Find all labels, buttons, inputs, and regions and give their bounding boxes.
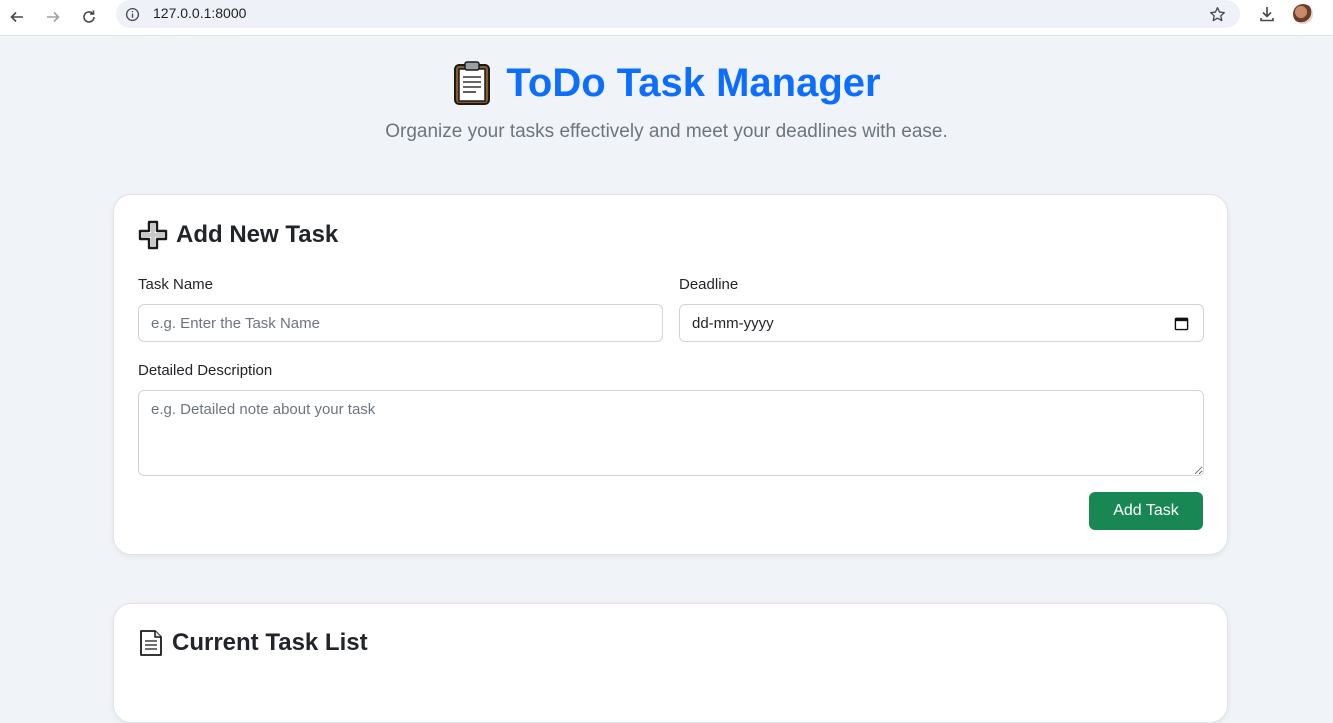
forward-arrow-icon[interactable] xyxy=(40,4,66,30)
clipboard-icon xyxy=(452,60,492,106)
url-text: 127.0.0.1:8000 xyxy=(153,5,247,21)
document-icon xyxy=(138,629,164,657)
description-label: Detailed Description xyxy=(138,362,273,379)
back-arrow-icon[interactable] xyxy=(4,4,30,30)
browser-toolbar: 127.0.0.1:8000 xyxy=(0,0,1333,36)
bookmark-star-icon[interactable] xyxy=(1208,5,1226,23)
download-icon[interactable] xyxy=(1257,4,1277,24)
task-name-label: Task Name xyxy=(138,276,214,293)
task-list-heading: Current Task List xyxy=(138,629,368,657)
add-task-card: Add New Task Task Name Deadline dd-mm-yy… xyxy=(113,194,1228,555)
task-list-card: Current Task List xyxy=(113,603,1228,723)
add-task-button[interactable]: Add Task xyxy=(1089,492,1203,530)
deadline-input[interactable]: dd-mm-yyyy xyxy=(679,304,1204,342)
address-bar[interactable]: 127.0.0.1:8000 xyxy=(116,0,1240,28)
deadline-label: Deadline xyxy=(679,276,739,293)
page-title-text: ToDo Task Manager xyxy=(506,60,881,105)
site-info-icon[interactable] xyxy=(124,6,140,22)
page-title: ToDo Task Manager xyxy=(0,60,1333,106)
task-name-input[interactable] xyxy=(138,304,663,342)
plus-icon xyxy=(138,220,168,250)
add-task-heading: Add New Task xyxy=(138,220,338,250)
task-list-title: Current Task List xyxy=(172,629,368,656)
profile-avatar[interactable] xyxy=(1293,4,1313,24)
description-textarea[interactable] xyxy=(138,390,1204,476)
calendar-icon[interactable] xyxy=(1173,315,1189,331)
page-subtitle: Organize your tasks effectively and meet… xyxy=(385,121,948,142)
add-task-title: Add New Task xyxy=(176,221,339,248)
reload-icon[interactable] xyxy=(76,4,102,30)
deadline-value: dd-mm-yyyy xyxy=(692,315,774,332)
